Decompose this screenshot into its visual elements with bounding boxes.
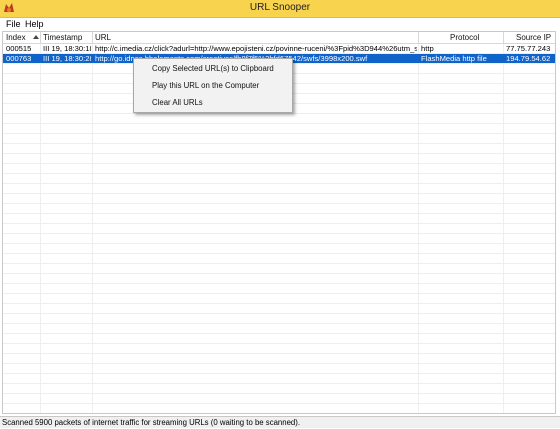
column-divider[interactable]: [40, 32, 41, 43]
column-header-timestamp[interactable]: Timestamp: [43, 33, 82, 42]
menu-item-clear-urls[interactable]: Clear All URLs: [134, 95, 292, 111]
row-gridline: [3, 233, 555, 234]
column-gridline: [503, 44, 504, 413]
row-gridline: [3, 353, 555, 354]
cell-url: http://c.imedia.cz/click?adurl=http://ww…: [95, 44, 417, 53]
context-menu: Copy Selected URL(s) to Clipboard Play t…: [133, 58, 293, 113]
column-header-url[interactable]: URL: [95, 33, 111, 42]
row-gridline: [3, 123, 555, 124]
column-gridline: [92, 44, 93, 413]
row-gridline: [3, 163, 555, 164]
column-gridline: [40, 44, 41, 413]
window-title: URL Snooper: [249, 2, 311, 13]
row-gridline: [3, 253, 555, 254]
menu-item-copy-url[interactable]: Copy Selected URL(s) to Clipboard: [134, 61, 292, 77]
table-row[interactable]: 000515 III 19, 18:30:18 http://c.imedia.…: [3, 44, 555, 53]
row-gridline: [3, 343, 555, 344]
title-bar: URL Snooper: [0, 0, 560, 18]
row-gridline: [3, 243, 555, 244]
row-gridline: [3, 143, 555, 144]
cell-index: 000515: [6, 44, 32, 53]
row-gridline: [3, 323, 555, 324]
sort-ascending-icon: [33, 35, 39, 39]
row-gridline: [3, 203, 555, 204]
table-header: Index Timestamp URL Protocol Source IP: [3, 32, 555, 44]
row-gridline: [3, 273, 555, 274]
row-gridline: [3, 213, 555, 214]
row-gridline: [3, 183, 555, 184]
menu-file[interactable]: File: [6, 19, 21, 29]
cell-protocol: FlashMedia http file: [421, 54, 487, 63]
column-divider[interactable]: [503, 32, 504, 43]
row-gridline: [3, 153, 555, 154]
cell-source-ip: 77.75.77.243: [506, 44, 551, 53]
row-gridline: [3, 363, 555, 364]
column-divider[interactable]: [418, 32, 419, 43]
menu-item-play-url[interactable]: Play this URL on the Computer: [134, 78, 292, 94]
row-gridline: [3, 313, 555, 314]
row-gridline: [3, 223, 555, 224]
row-gridline: [3, 383, 555, 384]
row-gridline: [3, 403, 555, 404]
status-bar: Scanned 5900 packets of internet traffic…: [0, 416, 560, 428]
cell-timestamp: III 19, 18:30:28: [43, 54, 91, 63]
cell-timestamp: III 19, 18:30:18: [43, 44, 91, 53]
row-gridline: [3, 303, 555, 304]
menu-bar: File Help: [0, 18, 560, 31]
column-divider[interactable]: [92, 32, 93, 43]
column-header-protocol[interactable]: Protocol: [450, 33, 479, 42]
row-gridline: [3, 283, 555, 284]
column-header-source-ip[interactable]: Source IP: [516, 33, 551, 42]
row-gridline: [3, 263, 555, 264]
menu-help[interactable]: Help: [25, 19, 44, 29]
column-gridline: [418, 44, 419, 413]
cell-index: 000763: [6, 54, 32, 63]
row-gridline: [3, 193, 555, 194]
row-gridline: [3, 173, 555, 174]
row-gridline: [3, 393, 555, 394]
cell-source-ip: 194.79.54.62: [506, 54, 551, 63]
row-gridline: [3, 293, 555, 294]
row-gridline: [3, 373, 555, 374]
column-header-index[interactable]: Index: [6, 33, 26, 42]
row-gridline: [3, 113, 555, 114]
cell-protocol: http: [421, 44, 434, 53]
row-gridline: [3, 333, 555, 334]
row-gridline: [3, 133, 555, 134]
